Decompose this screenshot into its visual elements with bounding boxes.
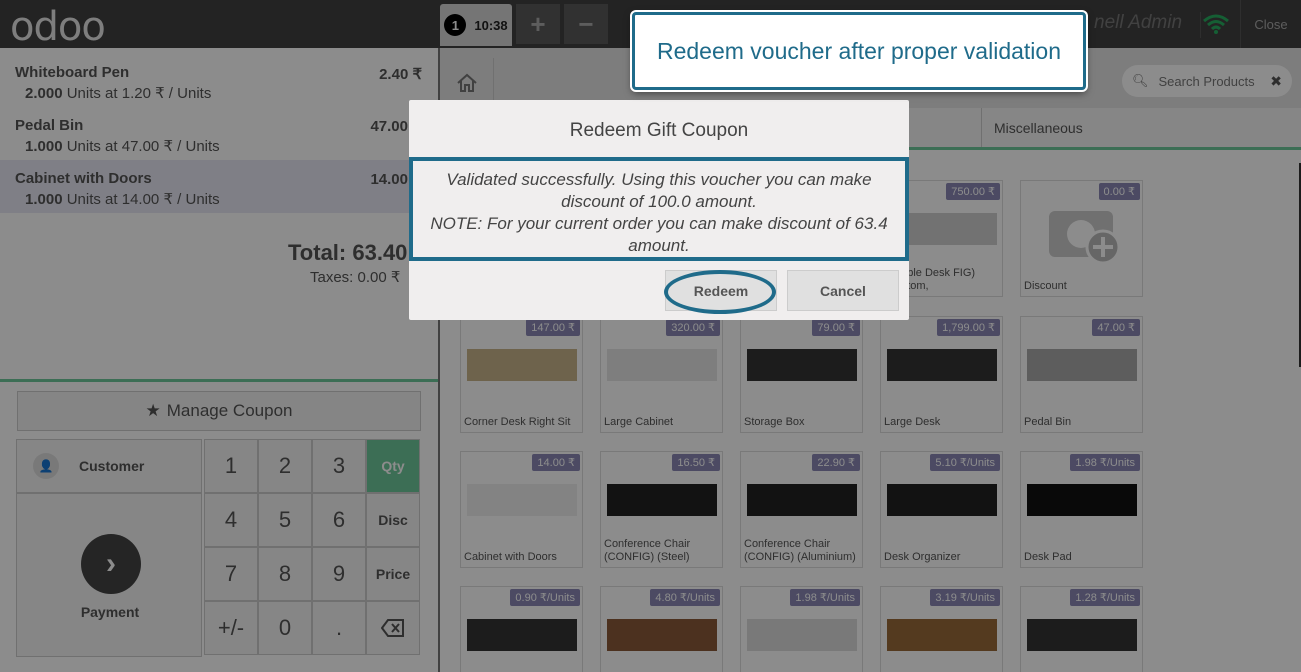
tutorial-callout: Redeem voucher after proper validation bbox=[632, 12, 1086, 90]
redeem-highlight-ring bbox=[664, 270, 776, 314]
discount-note: NOTE: For your current order you can mak… bbox=[430, 214, 888, 255]
dialog-title: Redeem Gift Coupon bbox=[569, 120, 749, 141]
dialog-message: Validated successfully. Using this vouch… bbox=[409, 157, 909, 261]
cancel-button[interactable]: Cancel bbox=[787, 270, 899, 311]
validation-message: Validated successfully. Using this vouch… bbox=[446, 170, 872, 211]
redeem-gift-coupon-dialog: Redeem Gift Coupon Validated successfull… bbox=[409, 100, 909, 320]
